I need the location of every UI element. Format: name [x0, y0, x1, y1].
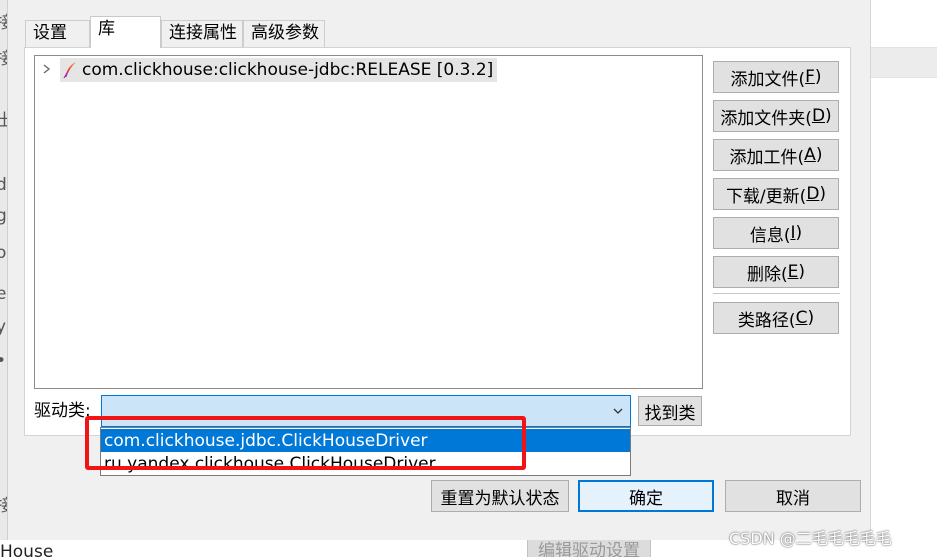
background-text: g — [0, 205, 7, 227]
download-update-button[interactable]: 下载/更新(D) — [713, 178, 839, 210]
background-window-left: 接 接 出 d g oi e y • 接 — [0, 0, 8, 540]
background-window-right — [871, 0, 937, 557]
info-button[interactable]: 信息(I) — [713, 217, 839, 249]
background-text: oi — [0, 242, 7, 264]
tab-connection-properties[interactable]: 连接属性 — [161, 20, 243, 47]
add-file-button[interactable]: 添加文件(F) — [713, 61, 839, 93]
background-text: • — [0, 350, 7, 372]
background-text: 接 — [0, 48, 7, 70]
library-tree[interactable]: com.clickhouse:clickhouse-jdbc:RELEASE [… — [34, 55, 703, 389]
background-text: 接 — [0, 495, 7, 517]
background-list-band — [871, 47, 937, 78]
add-artifact-button[interactable]: 添加工件(A) — [713, 139, 839, 171]
tab-libraries[interactable]: 库 — [90, 16, 161, 48]
chevron-down-icon[interactable] — [612, 405, 624, 417]
background-text: 接 — [0, 12, 7, 34]
tab-advanced-parameters[interactable]: 高级参数 — [243, 20, 325, 47]
add-folder-button[interactable]: 添加文件夹(D) — [713, 100, 839, 132]
library-item[interactable]: com.clickhouse:clickhouse-jdbc:RELEASE [… — [60, 58, 498, 82]
delete-button[interactable]: 删除(E) — [713, 256, 839, 288]
dropdown-option[interactable]: com.clickhouse.jdbc.ClickHouseDriver — [101, 429, 630, 452]
reset-defaults-button[interactable]: 重置为默认状态 — [431, 480, 569, 512]
background-bottom-text: House — [0, 542, 54, 557]
background-text: e — [0, 283, 7, 305]
maven-feather-icon — [63, 62, 76, 79]
dropdown-option[interactable]: ru.yandex.clickhouse.ClickHouseDriver — [101, 452, 630, 475]
edit-driver-settings-button[interactable]: 编辑驱动设置 — [527, 538, 651, 557]
driver-class-label: 驱动类: — [34, 401, 91, 421]
find-class-button[interactable]: 找到类 — [638, 396, 702, 426]
driver-class-combobox[interactable] — [101, 395, 631, 427]
watermark: CSDN @二毛毛毛毛毛 — [729, 529, 892, 548]
background-text: y — [0, 316, 7, 338]
ok-button[interactable]: 确定 — [578, 480, 714, 512]
libraries-panel: com.clickhouse:clickhouse-jdbc:RELEASE [… — [24, 47, 851, 436]
background-text: d — [0, 174, 7, 196]
button-divider — [713, 293, 840, 294]
tab-settings[interactable]: 设置 — [25, 20, 90, 47]
cancel-button[interactable]: 取消 — [725, 480, 861, 512]
library-item-label: com.clickhouse:clickhouse-jdbc:RELEASE [… — [82, 60, 494, 80]
background-text: 出 — [0, 110, 7, 132]
chevron-right-icon[interactable] — [41, 61, 53, 77]
driver-class-dropdown: com.clickhouse.jdbc.ClickHouseDriver ru.… — [100, 427, 631, 476]
classpath-button[interactable]: 类路径(C) — [713, 302, 839, 334]
